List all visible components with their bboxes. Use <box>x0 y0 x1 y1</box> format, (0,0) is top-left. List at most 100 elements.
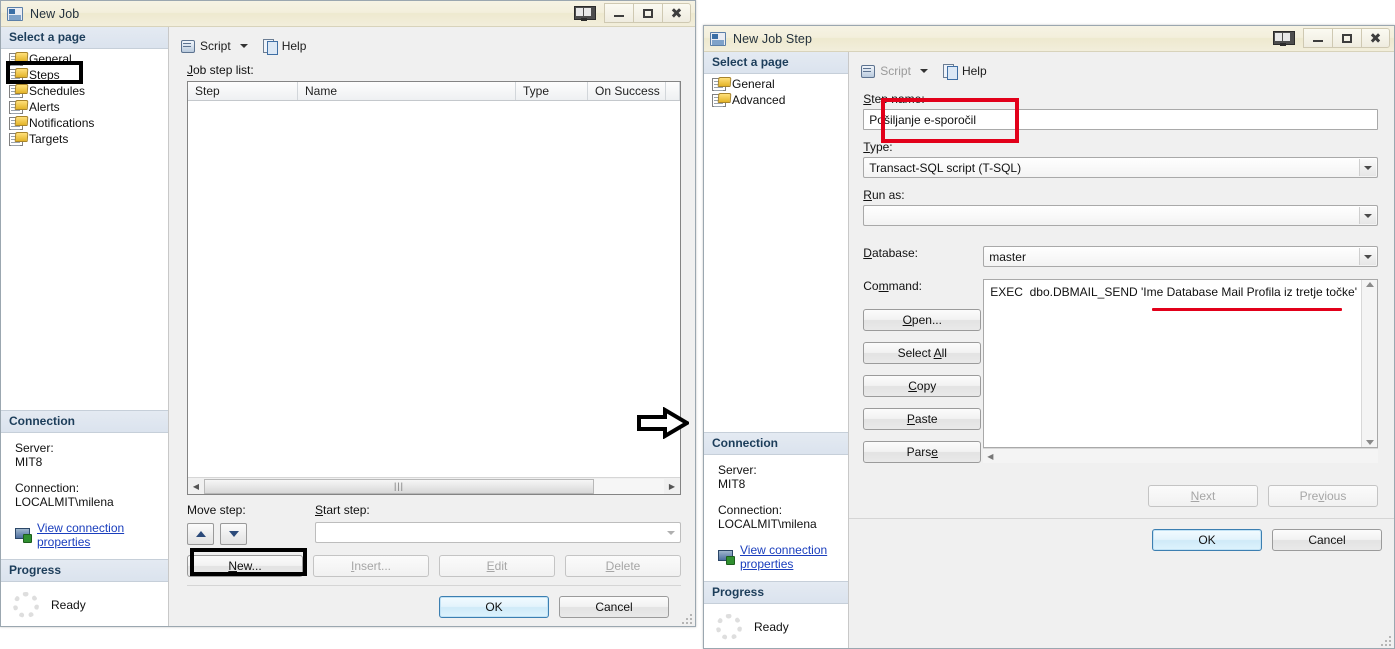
script-button[interactable]: Script <box>177 36 234 55</box>
step-name-input[interactable]: Pošiljanje e-sporočil <box>863 109 1378 130</box>
job-step-list-hscrollbar[interactable]: ◀ ||| ▶ <box>188 477 680 494</box>
new-job-step-content: Script Help Step name: Pošiljanje e-spor… <box>849 52 1394 648</box>
scroll-up-icon[interactable] <box>1365 282 1374 287</box>
chevron-down-icon[interactable] <box>662 524 679 541</box>
connection-icon <box>15 528 32 543</box>
chevron-down-icon[interactable] <box>1359 248 1376 265</box>
monitor-icon <box>574 5 596 21</box>
cancel-button[interactable]: Cancel <box>1272 529 1382 551</box>
parse-button[interactable]: Parse <box>863 441 982 463</box>
column-header-overflow[interactable] <box>666 82 680 100</box>
delete-step-button[interactable]: Delete <box>565 555 681 577</box>
new-job-window: New Job ✖ Select a page General Steps Sc… <box>0 0 696 627</box>
scroll-left-icon[interactable]: ◀ <box>983 452 993 461</box>
insert-step-button[interactable]: Insert... <box>313 555 429 577</box>
sidebar-item-general[interactable]: General <box>704 76 848 92</box>
view-connection-properties-link[interactable]: View connection properties <box>15 521 160 549</box>
view-connection-properties-label[interactable]: View connection properties <box>37 521 160 549</box>
move-step-up-button[interactable] <box>187 523 214 545</box>
new-job-step-window-controls: ✖ <box>1273 28 1390 48</box>
ok-button[interactable]: OK <box>439 596 549 618</box>
scroll-down-icon[interactable] <box>1365 440 1374 445</box>
step-name-value: Pošiljanje e-sporočil <box>869 112 976 127</box>
scroll-right-icon[interactable]: ▶ <box>664 478 680 494</box>
select-all-button[interactable]: Select All <box>863 342 982 364</box>
script-button[interactable]: Script <box>857 61 914 80</box>
scroll-left-icon[interactable]: ◀ <box>188 478 204 494</box>
command-vscrollbar[interactable] <box>1361 280 1377 447</box>
new-job-step-titlebar: New Job Step ✖ <box>704 26 1394 52</box>
command-row: Command: Open... Select All Copy Paste P… <box>863 279 1378 463</box>
column-header-step[interactable]: Step <box>188 82 298 100</box>
previous-button[interactable]: Previous <box>1268 485 1378 507</box>
sidebar-item-alerts[interactable]: Alerts <box>1 99 168 115</box>
cancel-button[interactable]: Cancel <box>559 596 669 618</box>
connection-label: Connection: <box>15 481 80 495</box>
maximize-button[interactable] <box>633 3 662 23</box>
monitor-icon <box>1273 30 1295 46</box>
database-select[interactable]: master <box>983 246 1378 267</box>
view-connection-properties-link[interactable]: View connection properties <box>718 543 840 571</box>
sidebar-item-steps[interactable]: Steps <box>1 67 168 83</box>
view-connection-properties-label[interactable]: View connection properties <box>740 543 840 571</box>
open-button[interactable]: Open... <box>863 309 982 331</box>
column-header-on-success[interactable]: On Success <box>588 82 666 100</box>
ok-button[interactable]: OK <box>1152 529 1262 551</box>
run-as-select[interactable] <box>863 205 1378 226</box>
select-a-page-header: Select a page <box>1 27 168 49</box>
sidebar-item-advanced[interactable]: Advanced <box>704 92 848 108</box>
chevron-down-icon[interactable] <box>1359 159 1376 176</box>
script-icon <box>860 63 876 78</box>
sidebar-item-general[interactable]: General <box>1 51 168 67</box>
command-label: Command: <box>863 279 922 293</box>
close-button[interactable]: ✖ <box>1361 28 1390 48</box>
maximize-button[interactable] <box>1332 28 1361 48</box>
sidebar-item-notifications[interactable]: Notifications <box>1 115 168 131</box>
start-step-select[interactable] <box>315 522 681 543</box>
next-button[interactable]: Next <box>1148 485 1258 507</box>
connection-section-header: Connection <box>704 432 849 455</box>
minimize-button[interactable] <box>1303 28 1332 48</box>
column-header-type[interactable]: Type <box>516 82 588 100</box>
close-button[interactable]: ✖ <box>662 3 691 23</box>
connection-icon <box>718 550 735 565</box>
move-step-down-button[interactable] <box>220 523 247 545</box>
command-hscrollbar[interactable]: ◀ <box>983 448 1378 463</box>
resize-grip[interactable] <box>680 612 692 624</box>
move-step-group: Move step: <box>187 503 315 545</box>
job-step-list-rows[interactable] <box>188 101 680 477</box>
job-step-list-grid[interactable]: Step Name Type On Success ◀ ||| ▶ <box>187 81 681 495</box>
sidebar-item-label: General <box>732 77 775 91</box>
command-value: EXEC dbo.DBMAIL_SEND 'Ime Database Mail … <box>990 285 1357 299</box>
sidebar-item-schedules[interactable]: Schedules <box>1 83 168 99</box>
progress-section-body: Ready <box>704 604 848 648</box>
minimize-button[interactable] <box>604 3 633 23</box>
help-button[interactable]: Help <box>940 61 990 80</box>
copy-button[interactable]: Copy <box>863 375 982 397</box>
screenshot-stage: New Job ✖ Select a page General Steps Sc… <box>0 0 1395 649</box>
page-icon <box>9 68 23 82</box>
command-textarea[interactable]: EXEC dbo.DBMAIL_SEND 'Ime Database Mail … <box>983 279 1378 448</box>
page-icon <box>9 100 23 114</box>
edit-step-button[interactable]: Edit <box>439 555 555 577</box>
column-header-name[interactable]: Name <box>298 82 516 100</box>
job-step-list-label: Job step list: <box>187 63 254 77</box>
type-select[interactable]: Transact-SQL script (T-SQL) <box>863 157 1378 178</box>
page-icon <box>9 116 23 130</box>
chevron-down-icon[interactable] <box>1359 207 1376 224</box>
chevron-down-icon[interactable] <box>239 43 248 48</box>
connection-section-body: Server: MIT8 Connection: LOCALMIT\milena… <box>1 433 168 559</box>
script-label: Script <box>200 38 231 53</box>
resize-grip[interactable] <box>1379 634 1391 646</box>
sidebar-item-targets[interactable]: Targets <box>1 131 168 147</box>
run-as-label: Run as: <box>863 188 905 202</box>
new-step-button[interactable]: New... <box>187 555 303 577</box>
help-button[interactable]: Help <box>260 36 310 55</box>
hscroll-thumb[interactable]: ||| <box>204 478 594 494</box>
new-job-step-toolbar: Script Help <box>849 52 1394 82</box>
server-value: MIT8 <box>718 477 746 491</box>
paste-button[interactable]: Paste <box>863 408 982 430</box>
progress-section-header: Progress <box>704 581 849 604</box>
hscroll-track[interactable]: ||| <box>204 478 664 494</box>
chevron-down-icon[interactable] <box>919 68 928 73</box>
